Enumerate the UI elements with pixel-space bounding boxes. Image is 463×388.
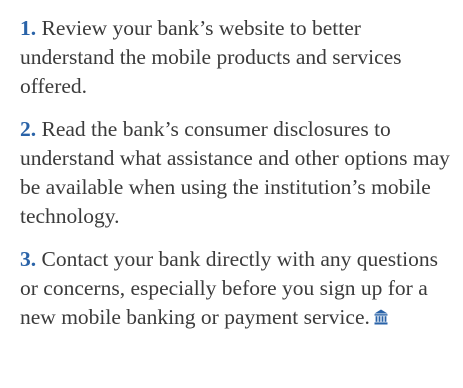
tip-item-2: 2. Read the bank’s consumer disclosures …	[20, 115, 453, 231]
tip-item-1: 1. Review your bank’s website to better …	[20, 14, 453, 101]
tip-text: Review your bank’s website to better und…	[20, 16, 402, 98]
tip-number: 2.	[20, 117, 37, 141]
tip-text: Read the bank’s consumer disclosures to …	[20, 117, 450, 228]
tip-item-3: 3. Contact your bank directly with any q…	[20, 245, 453, 332]
tip-number: 3.	[20, 247, 37, 271]
tips-list: 1. Review your bank’s website to better …	[0, 0, 463, 332]
bank-building-icon	[374, 309, 388, 325]
tip-number: 1.	[20, 16, 37, 40]
